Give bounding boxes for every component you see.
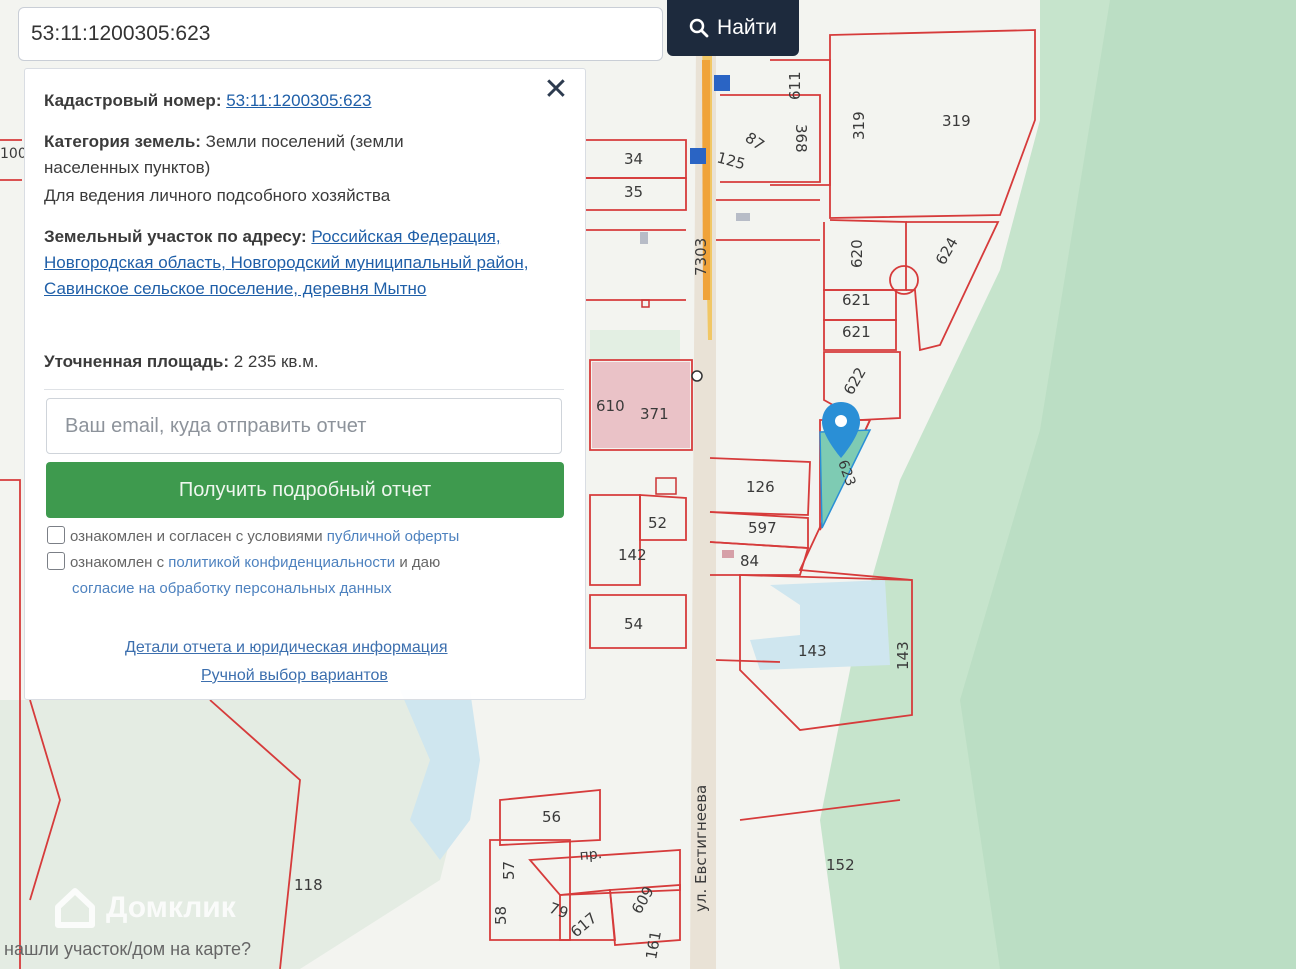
parcel-label: 35 xyxy=(624,183,643,201)
consent-data-row: согласие на обработку персональных данны… xyxy=(72,576,582,602)
parcel-label: 621 xyxy=(842,323,871,341)
usage-text: Для ведения личного подсобного хозяйства xyxy=(44,186,391,205)
parcel-label: 319 xyxy=(942,112,971,130)
address-label: Земельный участок по адресу: xyxy=(44,227,307,246)
search-icon xyxy=(689,18,709,38)
search-button[interactable]: Найти xyxy=(667,0,799,56)
bus-stop-icon-2 xyxy=(714,75,730,91)
consent-privacy-checkbox[interactable] xyxy=(47,552,65,570)
category-label: Категория земель: xyxy=(44,132,201,151)
road-number-label: 7303 xyxy=(692,238,710,276)
parcel-label: 142 xyxy=(618,546,647,564)
search-button-label: Найти xyxy=(717,16,777,39)
cadastral-number-link[interactable]: 53:11:1200305:623 xyxy=(226,91,371,110)
public-offer-link[interactable]: публичной оферты xyxy=(327,528,460,545)
parcel-label: 56 xyxy=(542,808,561,826)
close-icon[interactable]: ✕ xyxy=(541,75,571,105)
consent-offer-text: ознакомлен и согласен с условиями xyxy=(70,528,323,545)
consent-offer-row: ознакомлен и согласен с условиями публич… xyxy=(47,524,557,550)
address-row: Земельный участок по адресу: Российская … xyxy=(44,224,564,302)
area-row: Уточненная площадь: 2 235 кв.м. xyxy=(44,349,319,375)
cadastral-row: Кадастровый номер: 53:11:1200305:623 xyxy=(44,88,372,114)
privacy-policy-link[interactable]: политикой конфиденциальности xyxy=(168,554,395,571)
area-value: 2 235 кв.м. xyxy=(233,352,319,371)
parcel-label: 54 xyxy=(624,615,643,633)
parcel-label: 152 xyxy=(826,856,855,874)
cadastral-label: Кадастровый номер: xyxy=(44,91,222,110)
parcel-info-panel: ✕ Кадастровый номер: 53:11:1200305:623 К… xyxy=(24,68,586,700)
house-logo-icon xyxy=(55,888,95,928)
parcel-label: 52 xyxy=(648,514,667,532)
consent-privacy-row: ознакомлен с политикой конфиденциальност… xyxy=(47,550,557,576)
parcel-label: 611 xyxy=(786,71,804,100)
parcel-label: 620 xyxy=(848,239,866,268)
parcel-label: 319 xyxy=(850,111,868,140)
category-row: Категория земель: Земли поселений (земли… xyxy=(44,129,484,181)
street-abbr-label: пр. xyxy=(579,846,603,864)
parcel-label: 57 xyxy=(500,861,518,880)
parcel-label: 143 xyxy=(894,641,912,670)
parcel-label: 597 xyxy=(748,519,777,537)
parcel-label: 100 xyxy=(0,146,27,162)
manual-choice-link[interactable]: Ручной выбор вариантов xyxy=(201,667,388,685)
street-name-label: ул. Евстигнеева xyxy=(692,785,710,912)
consent-privacy-tail: и даю xyxy=(399,554,441,571)
parcel-label: 143 xyxy=(798,642,827,660)
parcel-label: 118 xyxy=(294,876,323,894)
personal-data-link[interactable]: согласие на обработку персональных данны… xyxy=(72,580,392,597)
parcel-label: 84 xyxy=(740,552,759,570)
get-report-button[interactable]: Получить подробный отчет xyxy=(46,462,564,518)
bus-stop-icon xyxy=(690,148,706,164)
search-input[interactable] xyxy=(19,8,662,60)
consent-privacy-text: ознакомлен с xyxy=(70,554,165,571)
email-field[interactable] xyxy=(46,398,562,454)
domclick-logo-text: Домклик xyxy=(106,891,236,924)
parcel-label: 34 xyxy=(624,150,643,168)
report-details-link[interactable]: Детали отчета и юридическая информация xyxy=(125,639,448,657)
divider xyxy=(44,389,564,390)
parcel-label: 58 xyxy=(492,906,510,925)
consent-offer-checkbox[interactable] xyxy=(47,526,65,544)
parcel-label: 621 xyxy=(842,291,871,309)
parcel-label: 368 xyxy=(792,124,810,153)
parcel-label: 126 xyxy=(746,478,775,496)
parcel-label: 610 xyxy=(596,397,625,415)
area-label: Уточненная площадь: xyxy=(44,352,229,371)
domclick-logo: Домклик xyxy=(52,885,236,931)
search-box xyxy=(18,7,663,61)
bottom-hint[interactable]: нашли участок/дом на карте? xyxy=(4,939,251,960)
parcel-label: 371 xyxy=(640,405,669,423)
